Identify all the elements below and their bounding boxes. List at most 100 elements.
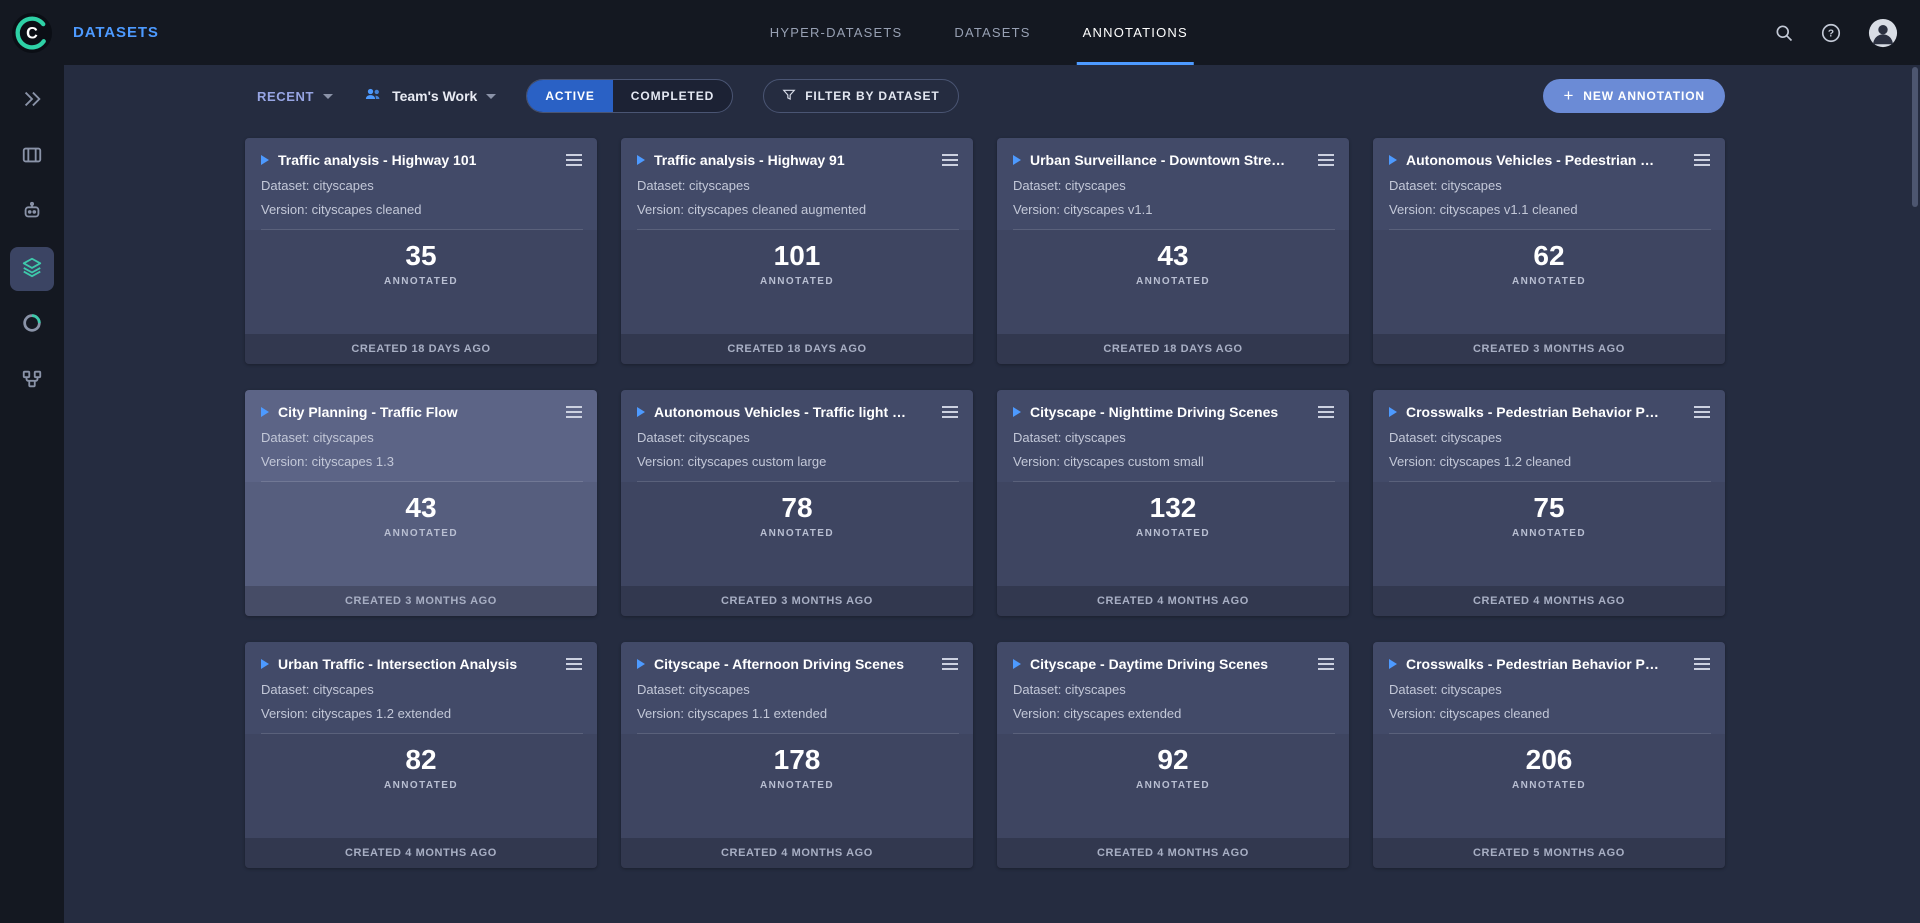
tab-annotations[interactable]: ANNOTATIONS (1057, 0, 1214, 65)
filter-by-dataset-button[interactable]: FILTER BY DATASET (763, 79, 958, 113)
plus-icon: + (1563, 87, 1574, 104)
card-created: CREATED 4 MONTHS AGO (997, 586, 1349, 616)
new-annotation-button[interactable]: + NEW ANNOTATION (1543, 79, 1725, 113)
card-menu-icon[interactable] (1693, 403, 1711, 421)
annotation-play-icon (1389, 407, 1397, 417)
card-menu-icon[interactable] (941, 403, 959, 421)
annotation-play-icon (637, 155, 645, 165)
funnel-icon (782, 88, 796, 105)
annotation-card[interactable]: Cityscape - Nighttime Driving Scenes Dat… (997, 390, 1349, 616)
card-title: Traffic analysis - Highway 91 (654, 152, 931, 168)
launch-icon (21, 88, 43, 115)
new-annotation-label: NEW ANNOTATION (1583, 89, 1705, 103)
card-dataset: Dataset: cityscapes (1389, 178, 1711, 193)
card-created: CREATED 18 DAYS AGO (997, 334, 1349, 364)
annotation-play-icon (1013, 407, 1021, 417)
sidebar-item-launch[interactable] (10, 79, 54, 123)
card-menu-icon[interactable] (1317, 151, 1335, 169)
card-title: Cityscape - Afternoon Driving Scenes (654, 656, 931, 672)
sidebar-item-boards[interactable] (10, 135, 54, 179)
card-created: CREATED 18 DAYS AGO (245, 334, 597, 364)
card-created: CREATED 18 DAYS AGO (621, 334, 973, 364)
annotation-card[interactable]: Cityscape - Afternoon Driving Scenes Dat… (621, 642, 973, 868)
user-avatar[interactable] (1868, 18, 1898, 48)
tab-hyper-datasets[interactable]: HYPER-DATASETS (744, 0, 929, 65)
card-menu-icon[interactable] (565, 151, 583, 169)
card-title: Cityscape - Nighttime Driving Scenes (1030, 404, 1307, 420)
card-version: Version: cityscapes 1.3 (261, 454, 583, 469)
annotation-card[interactable]: Cityscape - Daytime Driving Scenes Datas… (997, 642, 1349, 868)
page-title: DATASETS (73, 24, 159, 41)
sidebar-item-annotator[interactable] (10, 191, 54, 235)
card-title: Autonomous Vehicles - Traffic light … (654, 404, 931, 420)
sidebar-item-pipelines[interactable] (10, 359, 54, 403)
card-dataset: Dataset: cityscapes (637, 178, 959, 193)
card-count: 206 (1526, 744, 1573, 776)
svg-text:C: C (26, 24, 38, 42)
card-version: Version: cityscapes cleaned augmented (637, 202, 959, 217)
toolbar: RECENT Team's Work ACTIVE COMPLETED (245, 79, 1725, 113)
sidebar-item-reports[interactable] (10, 303, 54, 347)
card-dataset: Dataset: cityscapes (637, 430, 959, 445)
vertical-scrollbar[interactable] (1912, 67, 1918, 207)
help-icon[interactable]: ? (1820, 22, 1842, 44)
annotation-card[interactable]: Urban Traffic - Intersection Analysis Da… (245, 642, 597, 868)
annotation-card[interactable]: Autonomous Vehicles - Traffic light … Da… (621, 390, 973, 616)
card-count: 101 (774, 240, 821, 272)
card-annotated-label: ANNOTATED (1136, 528, 1210, 539)
card-title: Urban Traffic - Intersection Analysis (278, 656, 555, 672)
card-menu-icon[interactable] (565, 403, 583, 421)
card-annotated-label: ANNOTATED (1512, 528, 1586, 539)
scope-dropdown-label: Team's Work (392, 88, 477, 104)
annotation-card[interactable]: Urban Surveillance - Downtown Stre… Data… (997, 138, 1349, 364)
card-dataset: Dataset: cityscapes (1013, 430, 1335, 445)
sort-dropdown[interactable]: RECENT (257, 89, 333, 104)
annotation-play-icon (1013, 659, 1021, 669)
card-title: Urban Surveillance - Downtown Stre… (1030, 152, 1307, 168)
svg-text:?: ? (1828, 28, 1834, 39)
card-annotated-label: ANNOTATED (760, 780, 834, 791)
card-menu-icon[interactable] (1693, 655, 1711, 673)
card-menu-icon[interactable] (1693, 151, 1711, 169)
reports-icon (21, 312, 43, 339)
annotation-card[interactable]: Autonomous Vehicles - Pedestrian … Datas… (1373, 138, 1725, 364)
card-count: 92 (1157, 744, 1188, 776)
status-segmented-control: ACTIVE COMPLETED (526, 79, 733, 113)
card-dataset: Dataset: cityscapes (1389, 682, 1711, 697)
card-created: CREATED 3 MONTHS AGO (245, 586, 597, 616)
pipelines-icon (21, 368, 43, 395)
card-title: Crosswalks - Pedestrian Behavior P… (1406, 404, 1683, 420)
card-menu-icon[interactable] (565, 655, 583, 673)
card-count: 78 (781, 492, 812, 524)
tab-datasets[interactable]: DATASETS (928, 0, 1056, 65)
card-menu-icon[interactable] (1317, 403, 1335, 421)
card-dataset: Dataset: cityscapes (1389, 430, 1711, 445)
annotation-card[interactable]: Crosswalks - Pedestrian Behavior P… Data… (1373, 642, 1725, 868)
sidebar-item-datasets[interactable] (10, 247, 54, 291)
card-menu-icon[interactable] (941, 151, 959, 169)
card-version: Version: cityscapes 1.2 cleaned (1389, 454, 1711, 469)
card-annotated-label: ANNOTATED (760, 276, 834, 287)
card-created: CREATED 3 MONTHS AGO (621, 586, 973, 616)
annotation-card[interactable]: City Planning - Traffic Flow Dataset: ci… (245, 390, 597, 616)
card-created: CREATED 4 MONTHS AGO (1373, 586, 1725, 616)
annotation-card[interactable]: Traffic analysis - Highway 101 Dataset: … (245, 138, 597, 364)
annotation-card[interactable]: Crosswalks - Pedestrian Behavior P… Data… (1373, 390, 1725, 616)
card-menu-icon[interactable] (1317, 655, 1335, 673)
segment-active[interactable]: ACTIVE (527, 80, 612, 112)
card-dataset: Dataset: cityscapes (637, 682, 959, 697)
annotation-play-icon (261, 155, 269, 165)
topbar: C DATASETS HYPER-DATASETS DATASETS ANNOT… (0, 0, 1920, 65)
card-annotated-label: ANNOTATED (1512, 276, 1586, 287)
card-version: Version: cityscapes extended (1013, 706, 1335, 721)
annotation-card[interactable]: Traffic analysis - Highway 91 Dataset: c… (621, 138, 973, 364)
card-version: Version: cityscapes v1.1 (1013, 202, 1335, 217)
scope-dropdown[interactable]: Team's Work (363, 84, 496, 109)
card-title: Crosswalks - Pedestrian Behavior P… (1406, 656, 1683, 672)
segment-completed[interactable]: COMPLETED (613, 80, 732, 112)
card-menu-icon[interactable] (941, 655, 959, 673)
search-icon[interactable] (1774, 23, 1794, 43)
card-version: Version: cityscapes 1.2 extended (261, 706, 583, 721)
main-content: RECENT Team's Work ACTIVE COMPLETED (64, 65, 1920, 923)
clearml-logo-icon: C (11, 12, 53, 54)
